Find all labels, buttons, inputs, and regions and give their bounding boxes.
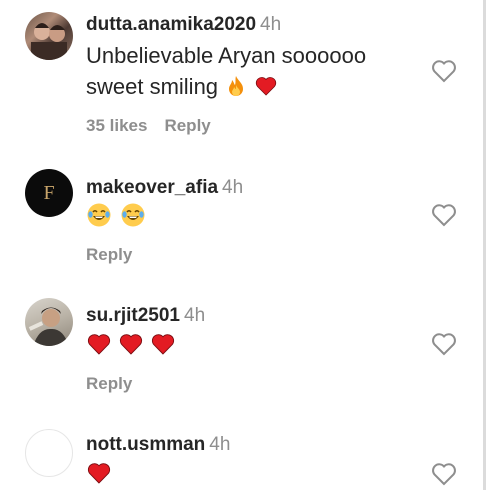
username-text[interactable]: makeover_afia [86,177,218,198]
avatar-logo: F [43,181,55,204]
comment-meta: 35 likes Reply [86,116,211,136]
fire-icon [229,76,244,96]
comment-item: F makeover_afia 4h Reply [0,160,480,280]
heart-outline-icon[interactable] [430,58,458,84]
avatar[interactable] [25,12,73,60]
red-heart-icon [256,77,277,96]
username[interactable]: dutta.anamika2020 4h [86,14,281,36]
red-heart-icon [87,463,111,484]
comment-item: nott.usmman 4h [0,420,480,490]
comment-meta: Reply [86,245,132,265]
username[interactable]: su.rjit2501 4h [86,305,205,327]
comment-text: Unbelievable Aryan soooooo sweet smiling [86,40,416,102]
avatar[interactable] [25,298,73,346]
comment-item: dutta.anamika2020 4h Unbelievable Aryan s… [0,0,480,150]
likes-count[interactable]: 35 likes [86,116,147,135]
comment-item: su.rjit2501 4h Reply [0,290,480,410]
heart-outline-icon[interactable] [430,461,458,487]
username-text[interactable]: nott.usmman [86,434,205,455]
emoji-row [86,460,112,486]
timestamp: 4h [184,305,206,326]
avatar[interactable] [25,429,73,477]
username[interactable]: makeover_afia 4h [86,177,243,199]
reply-button[interactable]: Reply [164,116,210,135]
emoji-row [86,202,146,228]
comment-meta: Reply [86,374,132,394]
tears-of-joy-icon [121,203,145,227]
red-heart-icon [151,334,175,355]
username[interactable]: nott.usmman 4h [86,434,230,456]
tears-of-joy-icon [87,203,111,227]
red-heart-icon [119,334,143,355]
timestamp: 4h [260,14,282,35]
avatar[interactable]: F [25,169,73,217]
reply-button[interactable]: Reply [86,374,132,393]
heart-outline-icon[interactable] [430,331,458,357]
username-text[interactable]: dutta.anamika2020 [86,14,256,35]
timestamp: 4h [209,434,231,455]
reply-button[interactable]: Reply [86,245,132,264]
emoji-row [86,331,176,357]
timestamp: 4h [222,177,244,198]
heart-outline-icon[interactable] [430,202,458,228]
red-heart-icon [87,334,111,355]
username-text[interactable]: su.rjit2501 [86,305,180,326]
